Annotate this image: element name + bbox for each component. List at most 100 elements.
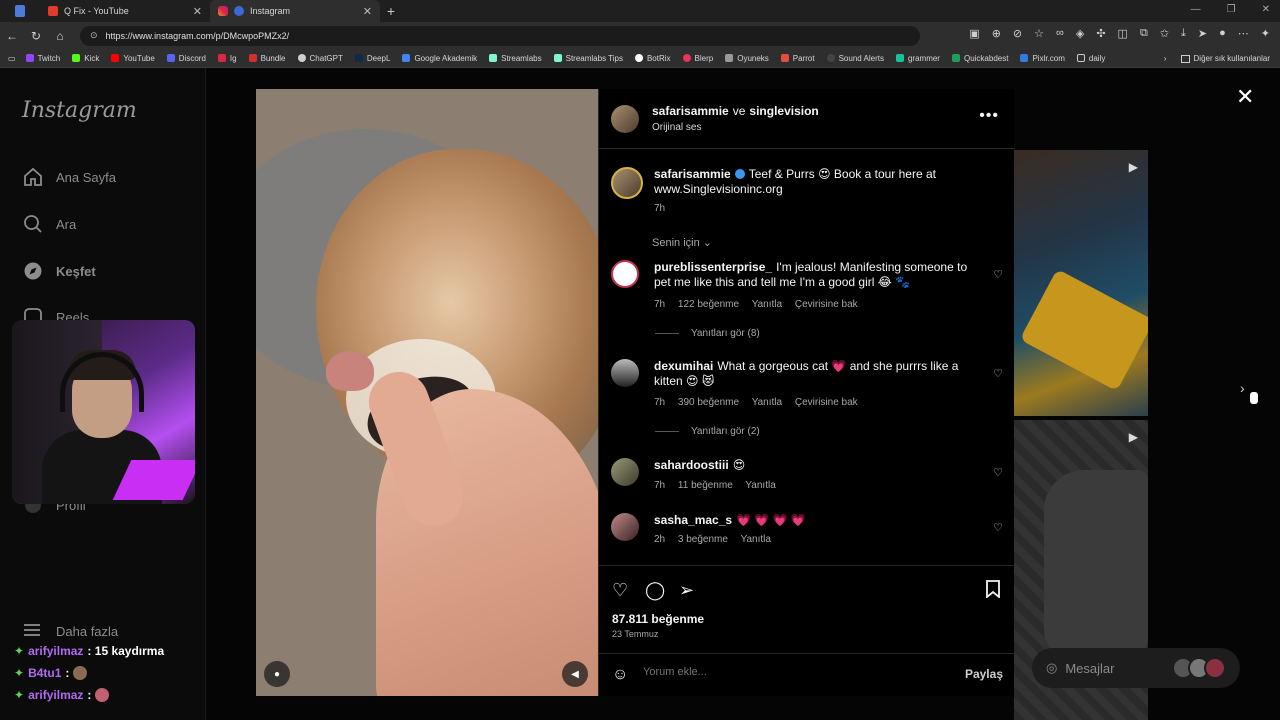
sidebar-toggle-icon[interactable] [0, 5, 40, 17]
comment-username[interactable]: safarisammie [654, 167, 731, 181]
bookmark-chatgpt[interactable]: ChatGPT [297, 54, 343, 63]
bookmark-streamlabs-tips[interactable]: Streamlabs Tips [553, 54, 623, 63]
reply-button[interactable]: Yanıtla [741, 534, 771, 545]
chevron-right-icon[interactable]: › [1164, 54, 1167, 63]
bookmark-ig[interactable]: Ig [217, 54, 237, 63]
post-comment-button[interactable]: Paylaş [965, 667, 1003, 681]
translate-button[interactable]: Çevirisine bak [795, 397, 858, 408]
author-username[interactable]: safarisammie [652, 104, 729, 118]
comment-likes[interactable]: 122 beğenme [678, 299, 739, 310]
avatar[interactable] [611, 458, 639, 486]
more-options-icon[interactable]: ••• [979, 107, 999, 125]
reply-button[interactable]: Yanıtla [745, 480, 775, 491]
avatar[interactable] [611, 260, 639, 288]
tab-youtube[interactable]: Q Fix - YouTube ✕ [40, 0, 210, 22]
heart-icon[interactable]: ♡ [993, 466, 1003, 479]
extension-badge-icon[interactable]: ◈ [1076, 27, 1084, 40]
bookmark-daily[interactable]: daily [1076, 54, 1105, 63]
copilot-icon[interactable]: ✦ [1261, 27, 1270, 40]
bookmark-youtube[interactable]: YouTube [111, 54, 155, 63]
tagged-users-icon[interactable]: ● [264, 661, 290, 687]
heart-icon[interactable]: ♡ [993, 268, 1003, 281]
app-icon[interactable]: ▣ [969, 27, 979, 40]
chevron-right-icon[interactable]: › [1240, 380, 1245, 396]
bookmark-botrix[interactable]: BotRix [634, 54, 671, 63]
sidebar-item-search[interactable]: Ara [22, 213, 76, 235]
heart-icon[interactable]: ♡ [993, 367, 1003, 380]
sidebar-item-home[interactable]: Ana Sayfa [22, 166, 116, 188]
bookmark-parrot[interactable]: Parrot [780, 54, 815, 63]
bookmark-streamlabs[interactable]: Streamlabs [489, 54, 542, 63]
comment-username[interactable]: pureblissenterprise_ [654, 260, 772, 274]
close-icon[interactable]: ✕ [1236, 84, 1254, 110]
more-options-icon[interactable]: ⋯ [1238, 27, 1249, 40]
bookmark-quickabdest[interactable]: Quickabdest [951, 54, 1008, 63]
comment-filter[interactable]: Senin için ⌄ [652, 236, 712, 249]
post-video[interactable]: ● ◀ [256, 89, 598, 696]
bookmark-discord[interactable]: Discord [166, 54, 206, 63]
avatar[interactable] [611, 513, 639, 541]
comment-username[interactable]: sasha_mac_s [654, 513, 732, 527]
bookmark-grammer[interactable]: grammer [895, 54, 940, 63]
back-icon[interactable]: ← [0, 29, 24, 43]
comment-input[interactable] [643, 666, 943, 678]
puzzle-icon[interactable]: ✣ [1096, 27, 1105, 40]
translate-button[interactable]: Çevirisine bak [795, 299, 858, 310]
reload-icon[interactable]: ↻ [24, 29, 48, 43]
bookmark-blerp[interactable]: Blerp [682, 54, 713, 63]
favorite-star-icon[interactable]: ☆ [1034, 27, 1044, 40]
home-browser-icon[interactable]: ⌂ [48, 29, 72, 43]
heart-icon[interactable]: ♡ [993, 521, 1003, 534]
emoji-icon[interactable]: ☺ [612, 666, 628, 684]
new-tab-button[interactable]: + [380, 3, 402, 19]
avatar[interactable] [611, 167, 643, 199]
bookmark-google-akademik[interactable]: Google Akademik [402, 54, 477, 63]
download-icon[interactable]: ⤓ [1181, 27, 1186, 40]
tracking-icon[interactable]: ⊘ [1013, 27, 1022, 40]
comment-likes[interactable]: 11 beğenme [678, 480, 733, 491]
bookmark-pixlr[interactable]: Pixlr.com [1020, 54, 1065, 63]
avatar[interactable] [611, 359, 639, 387]
comment-username[interactable]: dexumihai [654, 359, 713, 373]
split-screen-icon[interactable]: ◫ [1118, 27, 1128, 40]
reply-button[interactable]: Yanıtla [752, 299, 782, 310]
bookmark-bundle[interactable]: Bundle [248, 54, 286, 63]
audio-label[interactable]: Orijinal ses [652, 122, 701, 133]
favorites-icon[interactable]: ✩ [1160, 27, 1169, 40]
view-replies-button[interactable]: Yanıtları gör (2) [655, 426, 760, 437]
like-heart-icon[interactable]: ♡ [612, 580, 628, 601]
likes-count[interactable]: 87.811 beğenme [612, 612, 704, 626]
reading-list-icon[interactable]: ▭ [8, 54, 16, 63]
bookmark-deepl[interactable]: DeepL [354, 54, 390, 63]
sidebar-item-explore[interactable]: Keşfet [22, 260, 96, 282]
mute-icon[interactable]: ◀ [562, 661, 588, 687]
avatar[interactable] [611, 105, 639, 133]
close-tab-icon[interactable]: ✕ [193, 5, 202, 18]
other-favorites[interactable]: › Diğer sık kullanılanlar [1164, 49, 1270, 67]
maximize-icon[interactable]: ❐ [1227, 4, 1236, 15]
coauthor-username[interactable]: singlevision [749, 104, 818, 118]
comment-likes[interactable]: 3 beğenme [678, 534, 728, 545]
minimize-icon[interactable]: — [1191, 4, 1201, 15]
close-tab-icon[interactable]: ✕ [363, 5, 372, 18]
bookmark-twitch[interactable]: Twitch [25, 54, 60, 63]
comment-likes[interactable]: 390 beğenme [678, 397, 739, 408]
comment-bubble-icon[interactable]: ◯ [645, 580, 665, 601]
instagram-logo[interactable]: Instagram [22, 98, 137, 123]
bookmark-sound-alerts[interactable]: Sound Alerts [826, 54, 884, 63]
bookmark-save-icon[interactable] [985, 580, 1001, 603]
reply-button[interactable]: Yanıtla [752, 397, 782, 408]
zoom-icon[interactable]: ⊕ [992, 27, 1001, 40]
extension-icon[interactable]: ∞ [1056, 27, 1064, 40]
address-bar[interactable]: ⊙ https://www.instagram.com/p/DMcwpoPMZx… [80, 25, 920, 46]
close-window-icon[interactable]: ✕ [1262, 4, 1270, 15]
share-send-icon[interactable]: ➢ [679, 580, 694, 601]
bookmark-kick[interactable]: Kick [72, 54, 99, 63]
messages-button[interactable]: ◎ Mesajlar [1032, 648, 1240, 688]
site-info-icon[interactable]: ⊙ [90, 30, 98, 41]
bookmark-oyuneks[interactable]: Oyuneks [725, 54, 769, 63]
profile-avatar-icon[interactable]: ● [1219, 27, 1226, 40]
send-icon[interactable]: ➤ [1198, 27, 1207, 40]
view-replies-button[interactable]: Yanıtları gör (8) [655, 328, 760, 339]
tab-instagram[interactable]: Instagram ✕ [210, 0, 380, 22]
